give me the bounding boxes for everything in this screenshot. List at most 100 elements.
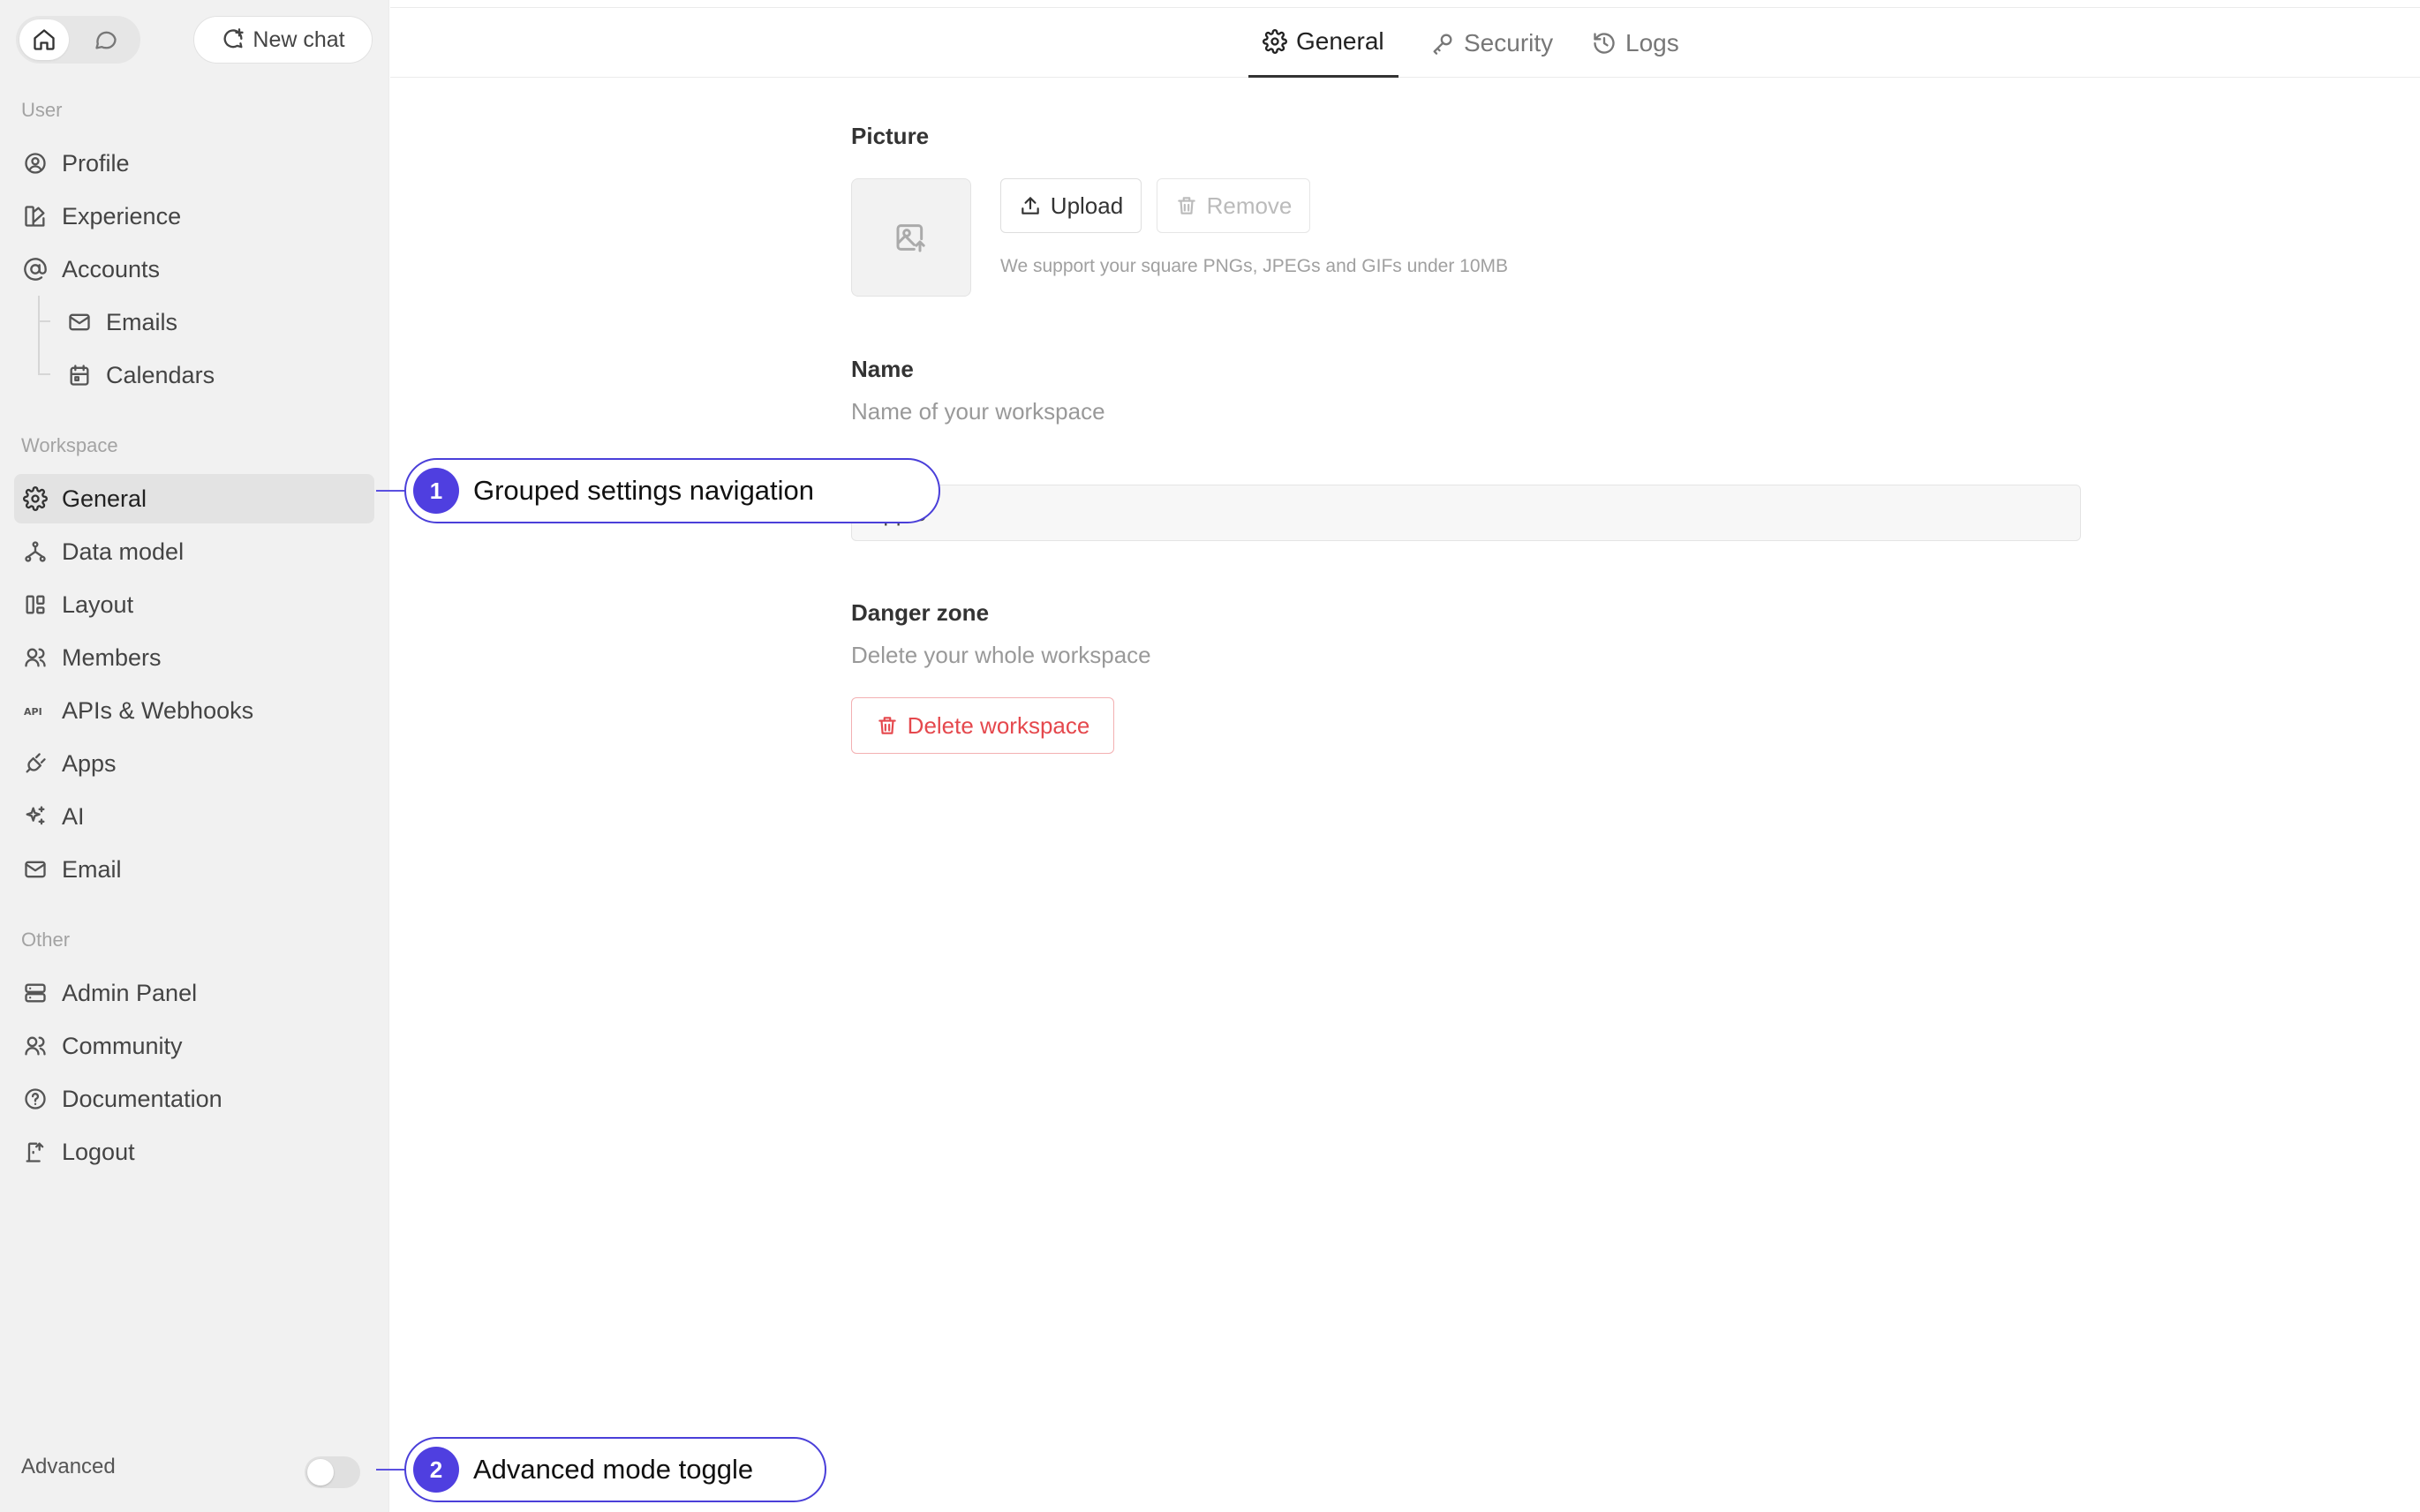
- sidebar-item-label: Profile: [62, 149, 130, 177]
- sidebar-item-label: Accounts: [62, 255, 161, 282]
- sidebar-item-label: APIs & Webhooks: [62, 696, 254, 724]
- tab-logs[interactable]: Logs: [1578, 8, 1693, 78]
- callout-grouped-navigation: 1 Grouped settings navigation: [404, 458, 940, 523]
- callout-advanced-toggle: 2 Advanced mode toggle: [404, 1437, 826, 1502]
- upload-label: Upload: [1050, 192, 1124, 219]
- sidebar-item-label: Members: [62, 643, 162, 671]
- help-circle-icon: [25, 1088, 46, 1110]
- sidebar-item-label: Calendars: [106, 361, 215, 388]
- mail-icon: [25, 861, 46, 878]
- sidebar-item-accounts[interactable]: Accounts: [14, 244, 374, 294]
- trash-icon: [878, 717, 896, 734]
- sidebar-item-label: Community: [62, 1032, 183, 1059]
- delete-workspace-label: Delete workspace: [907, 711, 1090, 739]
- gear-icon: [1263, 29, 1287, 54]
- sidebar-item-general[interactable]: General: [14, 474, 374, 523]
- sparkles-icon: [26, 806, 45, 825]
- user-circle-icon: [25, 153, 46, 174]
- callout-number: 1: [413, 468, 459, 514]
- section-label-workspace: Workspace: [21, 434, 118, 456]
- upload-icon: [1022, 197, 1039, 214]
- trash-icon: [1177, 197, 1195, 214]
- users-icon: [25, 1036, 46, 1056]
- remove-label: Remove: [1206, 192, 1293, 219]
- section-label-other: Other: [21, 929, 71, 951]
- sidebar-item-ai[interactable]: AI: [14, 792, 374, 841]
- new-chat-button[interactable]: New chat: [193, 16, 373, 64]
- workspace-picture[interactable]: [851, 178, 971, 297]
- picture-hint: We support your square PNGs, JPEGs and G…: [1000, 256, 1509, 276]
- new-chat-label: New chat: [253, 26, 345, 52]
- tab-general[interactable]: General: [1248, 8, 1398, 78]
- callout-connector: [376, 490, 408, 492]
- name-description: Name of your workspace: [851, 398, 1105, 425]
- layout-icon: [26, 595, 45, 614]
- tree-connector: [38, 373, 50, 375]
- section-label-user: User: [21, 99, 63, 121]
- sidebar-item-admin-panel[interactable]: Admin Panel: [14, 968, 374, 1018]
- view-switcher: [16, 16, 140, 64]
- callout-number: 2: [413, 1447, 459, 1493]
- sidebar-item-apis-webhooks[interactable]: API APIs & Webhooks: [14, 686, 374, 735]
- sidebar-item-label: AI: [62, 802, 85, 830]
- sidebar-item-layout[interactable]: Layout: [14, 580, 374, 629]
- remove-button[interactable]: Remove: [1157, 178, 1310, 233]
- tab-label: General: [1296, 27, 1384, 55]
- callout-text: Grouped settings navigation: [473, 475, 815, 506]
- key-icon: [1433, 34, 1452, 55]
- picture-title: Picture: [851, 123, 930, 149]
- sidebar-item-documentation[interactable]: Documentation: [14, 1074, 374, 1124]
- sidebar-item-profile[interactable]: Profile: [14, 139, 374, 188]
- sidebar-item-experience[interactable]: Experience: [14, 192, 374, 241]
- toggle-knob: [307, 1459, 334, 1486]
- main-panel: General Security Logs Picture Upload Rem…: [390, 0, 2420, 1512]
- callout-text: Advanced mode toggle: [473, 1454, 754, 1485]
- tree-connector: [38, 320, 50, 322]
- sidebar-item-label: Logout: [62, 1138, 135, 1165]
- name-title: Name: [851, 356, 914, 382]
- tab-security[interactable]: Security: [1416, 8, 1567, 78]
- workspace-name-input[interactable]: [851, 485, 2081, 541]
- sidebar-item-data-model[interactable]: Data model: [14, 527, 374, 576]
- tree-connector: [38, 296, 49, 373]
- sidebar-item-label: General: [62, 485, 147, 512]
- tab-label: Logs: [1625, 28, 1679, 56]
- advanced-toggle[interactable]: [305, 1456, 360, 1488]
- sidebar-item-calendars[interactable]: Calendars: [58, 350, 374, 400]
- sidebar-item-email[interactable]: Email: [14, 845, 374, 894]
- chat-button[interactable]: [81, 19, 131, 60]
- tab-label: Security: [1464, 28, 1554, 56]
- sidebar-item-label: Documentation: [62, 1085, 222, 1112]
- sidebar-item-emails[interactable]: Emails: [58, 297, 374, 347]
- danger-zone-description: Delete your whole workspace: [851, 642, 1151, 668]
- chat-bubble-icon: [95, 31, 117, 49]
- callout-connector: [376, 1469, 408, 1471]
- svg-text:API: API: [24, 706, 42, 718]
- calendar-icon: [70, 365, 89, 386]
- sidebar-item-label: Emails: [106, 308, 178, 335]
- mail-icon: [69, 313, 90, 331]
- home-icon: [34, 29, 55, 50]
- palette-icon: [25, 206, 45, 227]
- sidebar-item-label: Admin Panel: [62, 979, 198, 1006]
- sidebar-item-logout[interactable]: Logout: [14, 1127, 374, 1177]
- sidebar-item-label: Data model: [62, 538, 185, 565]
- advanced-label: Advanced: [21, 1455, 116, 1478]
- sidebar-item-label: Email: [62, 855, 122, 883]
- logout-icon: [26, 1142, 44, 1162]
- settings-tabs: General Security Logs: [390, 7, 2420, 78]
- at-sign-icon: [24, 258, 47, 281]
- sidebar-topbar: New chat: [16, 16, 373, 64]
- users-icon: [25, 648, 46, 667]
- delete-workspace-button[interactable]: Delete workspace: [851, 697, 1114, 754]
- sidebar-item-label: Apps: [62, 749, 117, 777]
- sidebar-item-apps[interactable]: Apps: [14, 739, 374, 788]
- new-chat-icon: [223, 28, 245, 49]
- home-button[interactable]: [19, 19, 69, 60]
- image-upload-icon: [896, 224, 925, 252]
- sidebar-item-members[interactable]: Members: [14, 633, 374, 682]
- sidebar-item-label: Experience: [62, 202, 182, 229]
- gear-icon: [23, 486, 48, 511]
- sidebar-item-community[interactable]: Community: [14, 1021, 374, 1071]
- upload-button[interactable]: Upload: [1000, 178, 1142, 233]
